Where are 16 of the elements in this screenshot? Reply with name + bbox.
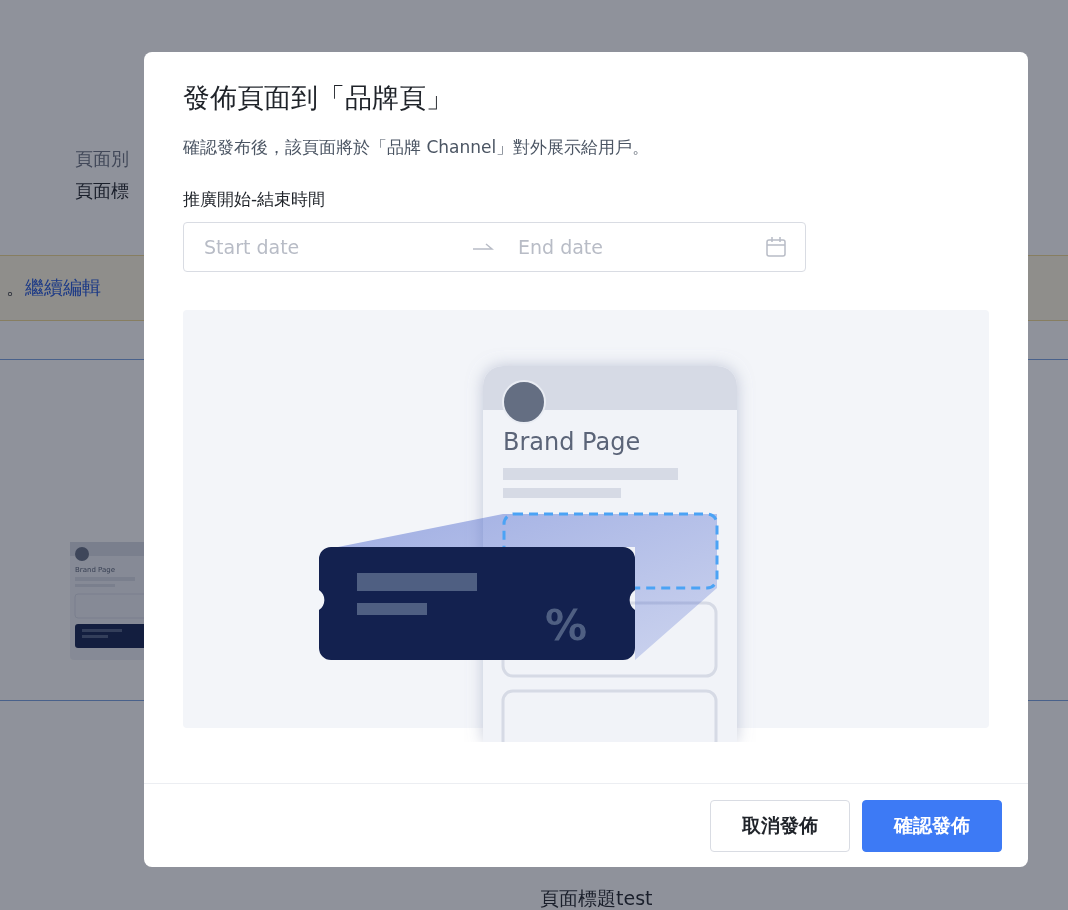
notice-text: 。 xyxy=(6,275,25,300)
page-title-text: 頁面標題test xyxy=(540,886,653,910)
illustration-title: Brand Page xyxy=(503,428,641,456)
field-label: 頁面別 xyxy=(75,147,129,171)
dialog-title: 發佈頁面到「品牌頁」 xyxy=(183,81,454,115)
calendar-icon xyxy=(765,236,787,258)
illustration-symbol: % xyxy=(545,601,588,650)
end-date-input[interactable]: End date xyxy=(516,235,760,259)
cancel-button[interactable]: 取消發佈 xyxy=(710,800,850,852)
confirm-button[interactable]: 確認發佈 xyxy=(862,800,1002,852)
date-range-field[interactable]: Start date End date xyxy=(183,222,806,272)
continue-editing-link[interactable]: 繼續編輯 xyxy=(25,275,101,301)
start-date-input[interactable]: Start date xyxy=(202,235,446,259)
date-range-label: 推廣開始-結束時間 xyxy=(183,188,327,211)
field-label: 頁面標 xyxy=(75,179,129,203)
dialog-description: 確認發布後，該頁面將於「品牌 Channel」對外展示給用戶。 xyxy=(183,136,651,159)
